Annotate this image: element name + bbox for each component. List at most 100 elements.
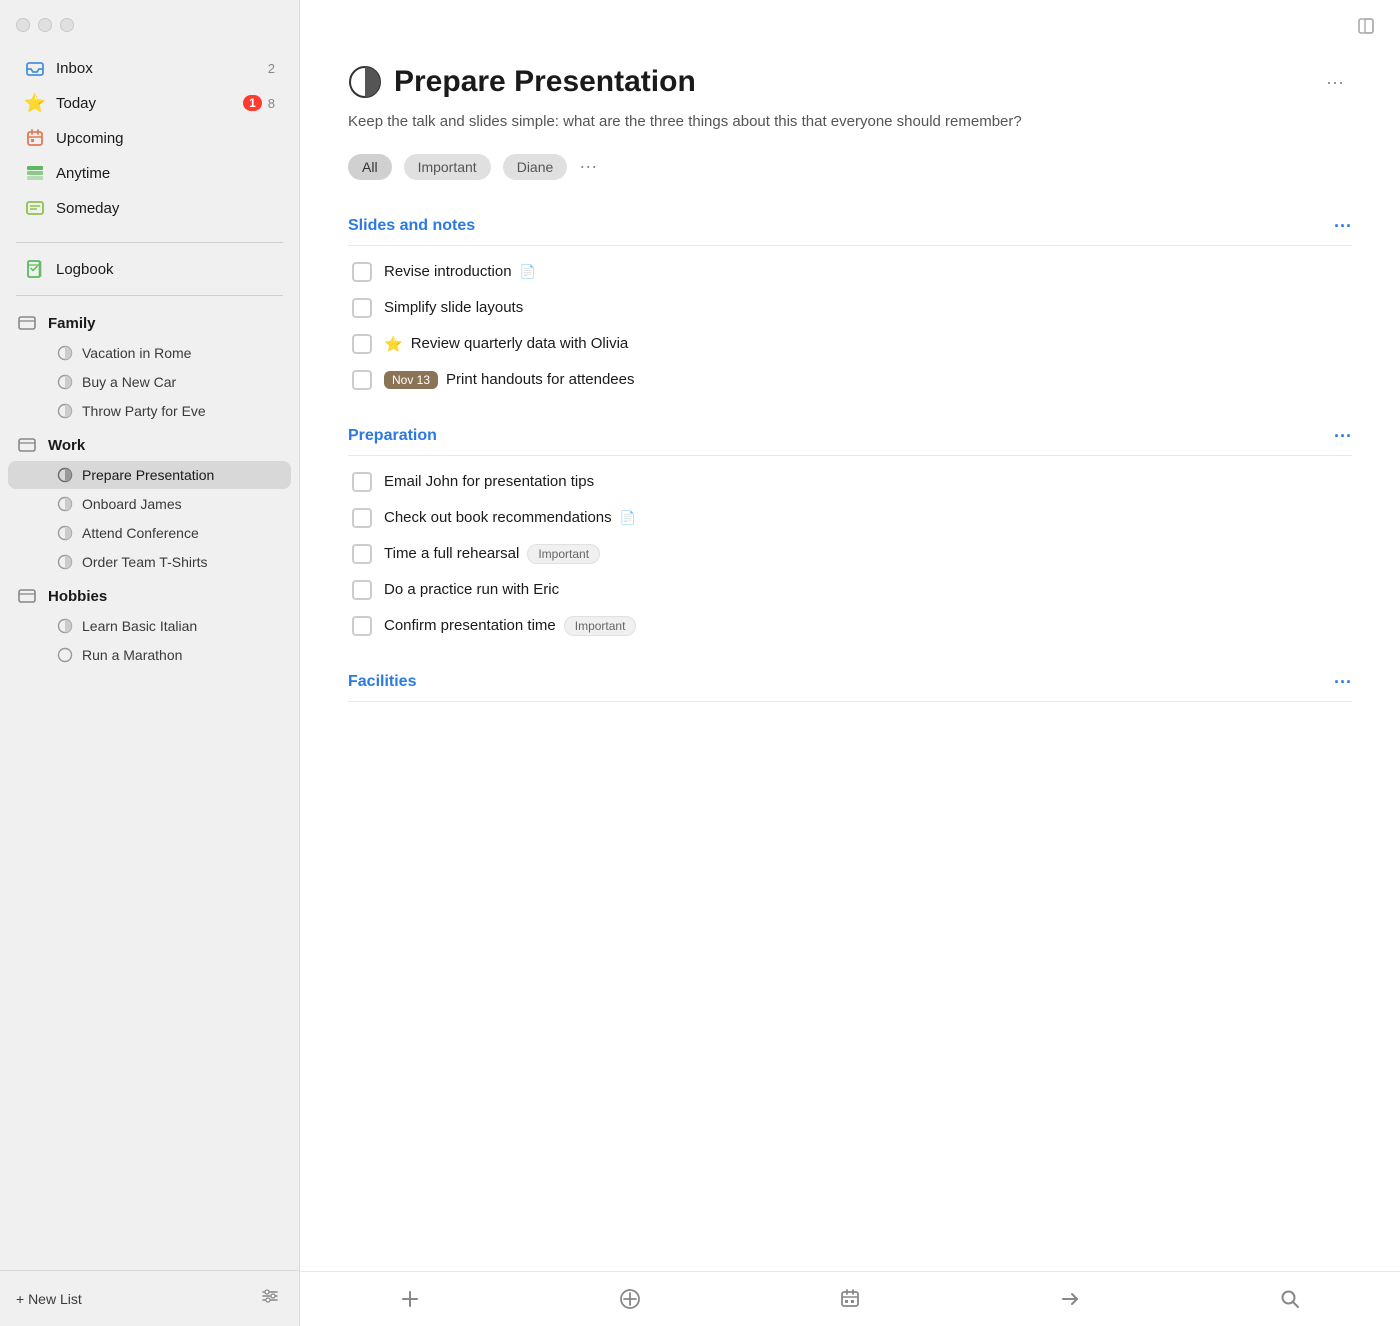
section-slides-notes: Slides and notes ··· Revise introduction… (348, 216, 1352, 398)
new-list-label: + New List (16, 1291, 82, 1307)
list-item-onboard[interactable]: Onboard James (8, 490, 291, 518)
list-item-conference[interactable]: Attend Conference (8, 519, 291, 547)
task-checkbox-book[interactable] (352, 508, 372, 528)
navigate-forward-button[interactable] (1043, 1284, 1097, 1314)
main-body: Prepare Presentation ··· Keep the talk a… (300, 49, 1400, 1271)
task-label-simplify: Simplify slide layouts (384, 299, 523, 316)
task-checkbox-practice[interactable] (352, 580, 372, 600)
list-item-marathon[interactable]: Run a Marathon (8, 641, 291, 669)
task-row-practice[interactable]: Do a practice run with Eric (348, 572, 1352, 608)
hobbies-label: Hobbies (48, 588, 107, 605)
task-checkbox-simplify[interactable] (352, 298, 372, 318)
today-badge: 8 (268, 96, 275, 111)
add-task-button[interactable] (383, 1284, 437, 1314)
task-header: Prepare Presentation ··· (348, 65, 1352, 99)
family-label: Family (48, 315, 96, 332)
task-row-book[interactable]: Check out book recommendations 📄 (348, 500, 1352, 536)
search-button[interactable] (1263, 1284, 1317, 1314)
task-label-rehearsal: Time a full rehearsal (384, 545, 519, 562)
add-checklist-button[interactable] (603, 1284, 657, 1314)
maximize-button[interactable] (60, 18, 74, 32)
settings-button[interactable] (257, 1283, 283, 1314)
group-work[interactable]: Work (0, 426, 299, 460)
buycar-icon (56, 373, 74, 391)
list-item-vacation[interactable]: Vacation in Rome (8, 339, 291, 367)
task-label-email: Email John for presentation tips (384, 473, 594, 490)
facilities-title: Facilities (348, 673, 416, 691)
task-checkbox-confirm[interactable] (352, 616, 372, 636)
list-item-prepare[interactable]: Prepare Presentation (8, 461, 291, 489)
sidebar-item-someday[interactable]: Someday (8, 191, 291, 225)
slides-notes-more-button[interactable]: ··· (1334, 216, 1352, 237)
conference-icon (56, 524, 74, 542)
task-label-revise: Revise introduction (384, 263, 512, 280)
task-row-content-book: Check out book recommendations 📄 (384, 509, 1348, 526)
group-family[interactable]: Family (0, 304, 299, 338)
tag-confirm: Important (564, 616, 637, 636)
task-checkbox-review[interactable] (352, 334, 372, 354)
task-label-book: Check out book recommendations (384, 509, 612, 526)
task-checkbox-rehearsal[interactable] (352, 544, 372, 564)
calendar-view-button[interactable] (823, 1284, 877, 1314)
onboard-icon (56, 495, 74, 513)
task-row-content-simplify: Simplify slide layouts (384, 299, 1348, 316)
task-row-confirm[interactable]: Confirm presentation time Important (348, 608, 1352, 644)
slides-notes-header: Slides and notes ··· (348, 216, 1352, 246)
sidebar-item-anytime[interactable]: Anytime (8, 156, 291, 190)
filter-diane[interactable]: Diane (503, 154, 568, 180)
groups-divider (16, 295, 283, 296)
task-row-content-email: Email John for presentation tips (384, 473, 1348, 490)
prepare-label: Prepare Presentation (82, 467, 214, 483)
filter-all[interactable]: All (348, 154, 392, 180)
task-label-confirm: Confirm presentation time (384, 617, 556, 634)
task-row-simplify[interactable]: Simplify slide layouts (348, 290, 1352, 326)
task-more-button[interactable]: ··· (1318, 68, 1352, 97)
filter-more-button[interactable]: ··· (579, 156, 597, 177)
group-hobbies[interactable]: Hobbies (0, 577, 299, 611)
sidebar-item-upcoming[interactable]: Upcoming (8, 121, 291, 155)
vacation-icon (56, 344, 74, 362)
filter-important[interactable]: Important (404, 154, 491, 180)
task-checkbox-print[interactable] (352, 370, 372, 390)
sidebar-footer: + New List (0, 1270, 299, 1326)
minimize-button[interactable] (38, 18, 52, 32)
inbox-icon (24, 57, 46, 79)
task-row-content-rehearsal: Time a full rehearsal Important (384, 544, 1348, 564)
sidebar-lists: Family Vacation in Rome Buy a New Car (0, 304, 299, 1270)
list-item-throwparty[interactable]: Throw Party for Eve (8, 397, 291, 425)
conference-label: Attend Conference (82, 525, 199, 541)
logbook-icon (24, 258, 46, 280)
task-checkbox-revise[interactable] (352, 262, 372, 282)
task-row-content-confirm: Confirm presentation time Important (384, 616, 1348, 636)
task-label-review: Review quarterly data with Olivia (411, 335, 629, 352)
family-group-icon (16, 312, 38, 334)
task-row-print[interactable]: Nov 13 Print handouts for attendees (348, 362, 1352, 398)
marathon-label: Run a Marathon (82, 647, 182, 663)
list-item-italian[interactable]: Learn Basic Italian (8, 612, 291, 640)
sidebar: Inbox 2 ⭐ Today 1 8 Upcoming (0, 0, 300, 1326)
today-icon: ⭐ (24, 92, 46, 114)
main-topbar (300, 0, 1400, 49)
new-list-button[interactable]: + New List (16, 1287, 82, 1311)
sidebar-item-logbook[interactable]: Logbook (8, 252, 291, 286)
tshirts-label: Order Team T-Shirts (82, 554, 208, 570)
sidebar-item-inbox[interactable]: Inbox 2 (8, 51, 291, 85)
task-row-rehearsal[interactable]: Time a full rehearsal Important (348, 536, 1352, 572)
task-row-email[interactable]: Email John for presentation tips (348, 464, 1352, 500)
task-row-content-revise: Revise introduction 📄 (384, 263, 1348, 280)
task-row-content-print: Nov 13 Print handouts for attendees (384, 371, 1348, 389)
task-row-revise[interactable]: Revise introduction 📄 (348, 254, 1352, 290)
facilities-more-button[interactable]: ··· (1334, 672, 1352, 693)
task-checkbox-email[interactable] (352, 472, 372, 492)
italian-icon (56, 617, 74, 635)
task-row-review[interactable]: ⭐ Review quarterly data with Olivia (348, 326, 1352, 362)
list-item-buycar[interactable]: Buy a New Car (8, 368, 291, 396)
sidebar-nav: Inbox 2 ⭐ Today 1 8 Upcoming (0, 42, 299, 234)
window-action-button[interactable] (1356, 16, 1376, 41)
close-button[interactable] (16, 18, 30, 32)
list-item-tshirts[interactable]: Order Team T-Shirts (8, 548, 291, 576)
task-header-icon (348, 65, 382, 99)
note-icon-revise: 📄 (520, 264, 536, 280)
preparation-more-button[interactable]: ··· (1334, 426, 1352, 447)
sidebar-item-today[interactable]: ⭐ Today 1 8 (8, 86, 291, 120)
